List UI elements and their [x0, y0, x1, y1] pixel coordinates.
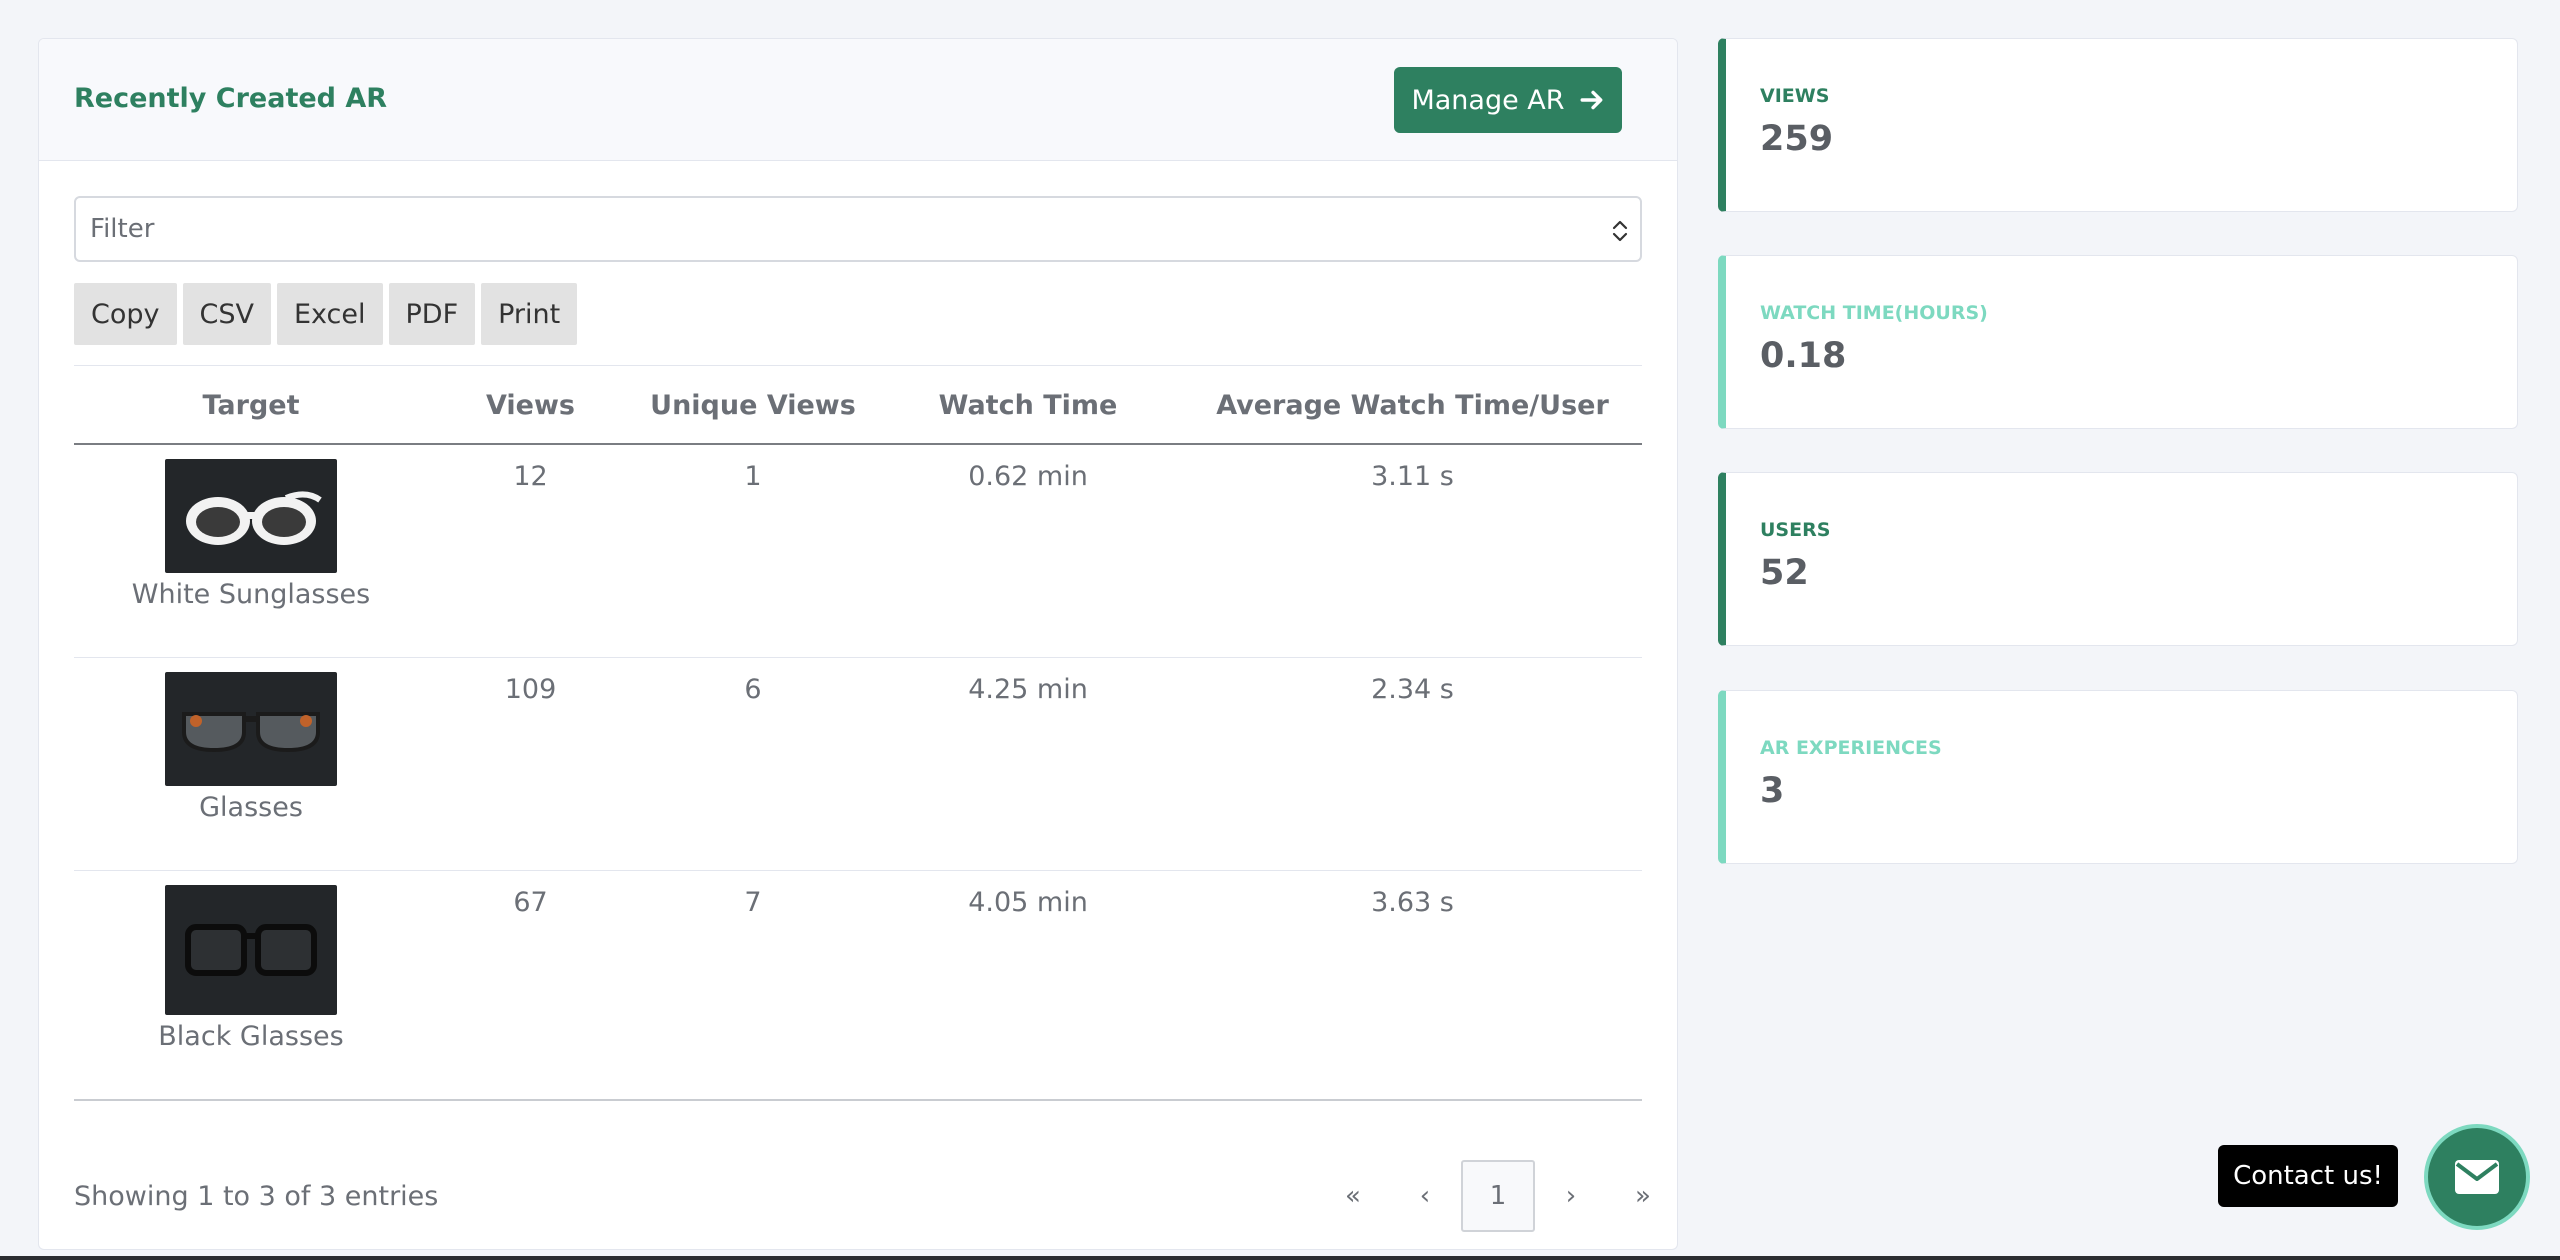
target-name: White Sunglasses — [131, 579, 371, 610]
stat-value: 3 — [1760, 771, 1785, 811]
stat-label: WATCH TIME(HOURS) — [1760, 302, 1988, 324]
table-row: Black Glasses 67 7 4.05 min 3.63 s — [74, 871, 1642, 1101]
previous-page-button[interactable]: ‹ — [1389, 1160, 1461, 1232]
filter-select[interactable]: Filter — [74, 196, 1642, 262]
watch-time-stat-card: WATCH TIME(HOURS) 0.18 — [1718, 255, 2518, 429]
glasses-thumbnail — [165, 672, 337, 786]
target-name: Black Glasses — [158, 1021, 344, 1052]
page-1-button[interactable]: 1 — [1461, 1160, 1535, 1232]
black-glasses-thumbnail — [165, 885, 337, 1015]
stat-label: AR EXPERIENCES — [1760, 737, 1942, 759]
unique-views-cell: 7 — [744, 887, 762, 918]
stat-value: 259 — [1760, 119, 1834, 159]
unique-views-cell: 6 — [744, 674, 762, 705]
first-page-button[interactable]: « — [1317, 1160, 1389, 1232]
chevron-up-down-icon — [1612, 220, 1628, 242]
envelope-icon — [2455, 1160, 2499, 1194]
avg-watch-time-cell: 2.34 s — [1371, 674, 1454, 705]
excel-button[interactable]: Excel — [276, 283, 383, 345]
manage-ar-button[interactable]: Manage AR — [1394, 67, 1622, 133]
contact-button[interactable] — [2424, 1124, 2530, 1230]
target-cell: Glasses — [74, 672, 428, 823]
table-header: Target Views Unique Views Watch Time Ave… — [74, 365, 1642, 445]
ar-table: Target Views Unique Views Watch Time Ave… — [74, 365, 1642, 1101]
last-page-button[interactable]: » — [1607, 1160, 1677, 1232]
arrow-right-icon — [1580, 90, 1602, 110]
header-unique-views[interactable]: Unique Views — [633, 366, 873, 444]
pagination: « ‹ 1 › » — [1317, 1160, 1677, 1232]
stat-value: 52 — [1760, 553, 1809, 593]
csv-button[interactable]: CSV — [182, 283, 271, 345]
contact-us-label[interactable]: Contact us! — [2218, 1145, 2398, 1207]
target-cell: Black Glasses — [74, 885, 428, 1052]
manage-ar-label: Manage AR — [1411, 84, 1565, 116]
table-row: White Sunglasses 12 1 0.62 min 3.11 s — [74, 445, 1642, 658]
table-row: Glasses 109 6 4.25 min 2.34 s — [74, 658, 1642, 871]
users-stat-card: USERS 52 — [1718, 472, 2518, 646]
stat-value: 0.18 — [1760, 336, 1847, 376]
watch-time-cell: 4.05 min — [968, 887, 1088, 918]
header-watch-time[interactable]: Watch Time — [873, 366, 1183, 444]
export-button-group: Copy CSV Excel PDF Print — [74, 283, 578, 345]
bottom-edge — [0, 1256, 2560, 1260]
print-button[interactable]: Print — [481, 283, 578, 345]
white-sunglasses-thumbnail — [165, 459, 337, 573]
watch-time-cell: 4.25 min — [968, 674, 1088, 705]
avg-watch-time-cell: 3.63 s — [1371, 887, 1454, 918]
next-page-button[interactable]: › — [1535, 1160, 1607, 1232]
recent-ar-card: Recently Created AR Manage AR Filter Cop… — [38, 38, 1678, 1250]
card-header: Recently Created AR Manage AR — [39, 39, 1677, 161]
views-cell: 12 — [513, 461, 548, 492]
card-title: Recently Created AR — [74, 83, 388, 114]
header-views[interactable]: Views — [428, 366, 633, 444]
views-cell: 109 — [504, 674, 557, 705]
header-avg-watch-time[interactable]: Average Watch Time/User — [1183, 366, 1642, 444]
stat-label: USERS — [1760, 519, 1831, 541]
avg-watch-time-cell: 3.11 s — [1371, 461, 1454, 492]
views-stat-card: VIEWS 259 — [1718, 38, 2518, 212]
watch-time-cell: 0.62 min — [968, 461, 1088, 492]
views-cell: 67 — [513, 887, 548, 918]
copy-button[interactable]: Copy — [74, 283, 177, 345]
ar-experiences-stat-card: AR EXPERIENCES 3 — [1718, 690, 2518, 864]
header-target[interactable]: Target — [74, 366, 428, 444]
pdf-button[interactable]: PDF — [388, 283, 476, 345]
filter-value: Filter — [90, 214, 155, 244]
stat-label: VIEWS — [1760, 85, 1830, 107]
unique-views-cell: 1 — [744, 461, 762, 492]
target-name: Glasses — [199, 792, 303, 823]
target-cell: White Sunglasses — [74, 459, 428, 610]
table-info: Showing 1 to 3 of 3 entries — [74, 1181, 439, 1212]
